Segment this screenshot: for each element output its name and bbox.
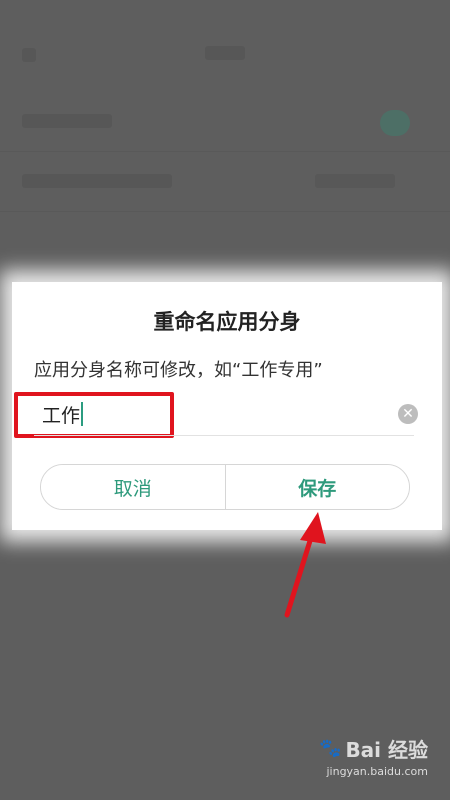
- cancel-button[interactable]: 取消: [41, 465, 226, 509]
- save-button[interactable]: 保存: [225, 465, 409, 509]
- row-label: [22, 114, 112, 128]
- watermark: 🐾 Bai 经验 jingyan.baidu.com: [319, 734, 428, 778]
- watermark-url: jingyan.baidu.com: [326, 765, 428, 778]
- watermark-brand: 🐾 Bai 经验: [319, 738, 428, 762]
- dialog-title: 重命名应用分身: [153, 310, 301, 334]
- app-header: [0, 30, 450, 80]
- dialog-button-group: 取消 保存: [40, 464, 410, 510]
- status-bar: [0, 0, 450, 30]
- dialog-description: 应用分身名称可修改，如“工作专用”: [34, 360, 323, 381]
- row-value: [315, 174, 395, 188]
- settings-row-toggle: [0, 92, 450, 152]
- settings-row-name: [0, 152, 450, 212]
- rename-dialog: 重命名应用分身 应用分身名称可修改，如“工作专用” 工作 ✕ 取消 保存: [12, 282, 442, 530]
- header-title: [205, 46, 245, 60]
- back-icon: [22, 48, 36, 62]
- toggle-switch: [380, 110, 410, 136]
- paw-icon: 🐾: [319, 738, 342, 759]
- annotation-highlight-box: [14, 392, 174, 438]
- clear-icon[interactable]: ✕: [398, 404, 418, 424]
- name-input-row: 工作 ✕: [12, 390, 442, 438]
- input-underline: [34, 435, 414, 436]
- row-label: [22, 174, 172, 188]
